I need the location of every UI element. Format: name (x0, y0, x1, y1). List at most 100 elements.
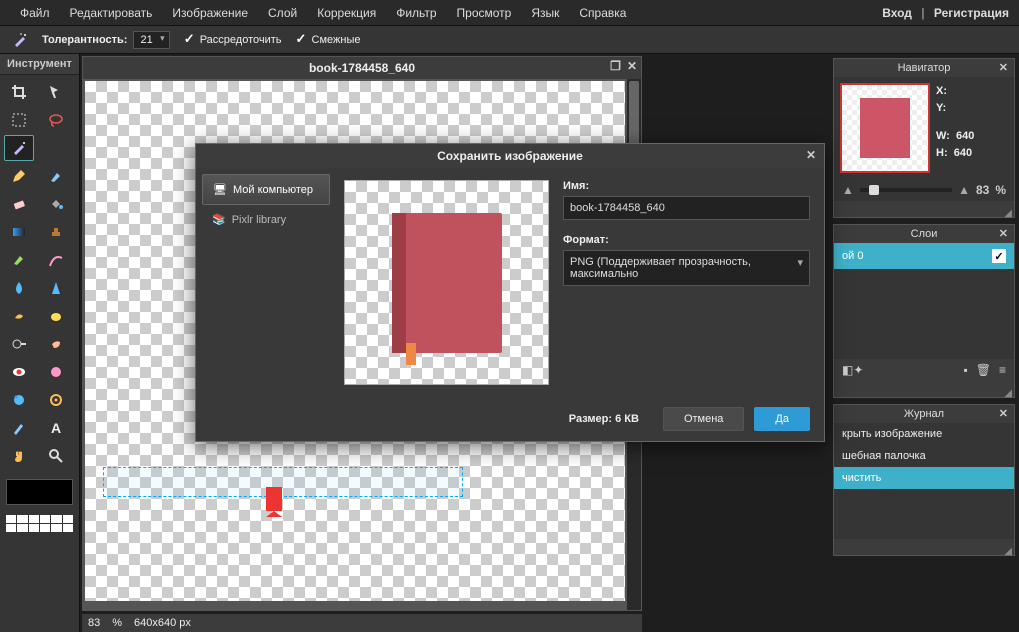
foreground-color[interactable] (6, 479, 73, 505)
menu-view[interactable]: Просмотр (447, 2, 522, 24)
navigator-title: Навигатор (898, 62, 951, 74)
brush-tool[interactable] (41, 163, 71, 189)
selection-rect (103, 467, 463, 497)
panel-resize[interactable] (834, 539, 1014, 555)
navigator-info: X: Y: W: 640 H: 640 (936, 83, 974, 173)
marquee-tool[interactable] (4, 107, 34, 133)
document-titlebar[interactable]: book-1784458_640 ❐ ✕ (83, 57, 641, 79)
close-icon[interactable]: ✕ (627, 59, 637, 73)
close-icon[interactable]: ✕ (999, 227, 1008, 240)
panel-resize[interactable] (834, 201, 1014, 217)
separator: | (921, 6, 924, 20)
menu-adjust[interactable]: Коррекция (307, 2, 386, 24)
navigator-thumbnail[interactable] (840, 83, 930, 173)
redeye-tool[interactable] (4, 359, 34, 385)
zoom-tool[interactable] (41, 443, 71, 469)
sidebar-item-library[interactable]: 📚 Pixlr library (202, 205, 330, 234)
clone-tool[interactable] (41, 219, 71, 245)
layer-row[interactable]: ой 0 ✓ (834, 243, 1014, 269)
login-link[interactable]: Вход (882, 6, 912, 20)
gradient-tool[interactable] (4, 219, 34, 245)
layer-mask-icon[interactable]: ▪ (963, 363, 967, 377)
bookmark-shape (266, 487, 282, 511)
layer-name: ой 0 (842, 250, 863, 262)
menu-image[interactable]: Изображение (162, 2, 258, 24)
layer-menu-icon[interactable]: ≡ (999, 363, 1006, 377)
save-dialog: Сохранить изображение ✕ 🖥 Мой компьютер … (195, 143, 825, 442)
history-item[interactable]: шебная палочка (834, 445, 1014, 467)
tolerance-dropdown[interactable]: 21 (133, 31, 169, 49)
visibility-checkbox[interactable]: ✓ (992, 249, 1006, 263)
crop-tool[interactable] (4, 79, 34, 105)
zoom-in-icon[interactable]: ▲ (958, 183, 970, 197)
pencil-tool[interactable] (4, 163, 34, 189)
layer-delete-icon[interactable]: 🗑 (976, 363, 991, 377)
draw-tool[interactable] (41, 247, 71, 273)
register-link[interactable]: Регистрация (934, 6, 1009, 20)
check-icon (184, 34, 196, 46)
canvas-dims: 640x640 px (134, 617, 191, 629)
move-tool[interactable] (41, 79, 71, 105)
pinch-tool[interactable] (41, 387, 71, 413)
contiguous-checkbox[interactable]: Смежные (296, 34, 361, 46)
picker-tool[interactable] (4, 415, 34, 441)
layers-panel: Слои ✕ ой 0 ✓ ◧✦ ▪ 🗑 ≡ (833, 224, 1015, 398)
panel-resize[interactable] (834, 381, 1014, 397)
tool-panel-title: Инструмент (0, 54, 79, 75)
burn-tool[interactable] (41, 331, 71, 357)
format-select[interactable]: PNG (Поддерживает прозрачность, максимал… (563, 250, 810, 286)
right-panels: Навигатор ✕ X: Y: W: 640 H: 640 ▲ ▲ 83 % (829, 54, 1019, 632)
type-tool[interactable]: A (41, 415, 71, 441)
history-panel: Журнал ✕ крыть изображение шебная палочк… (833, 404, 1015, 556)
sponge-tool[interactable] (41, 303, 71, 329)
zoom-unit: % (112, 617, 122, 629)
maximize-icon[interactable]: ❐ (610, 59, 621, 73)
name-input[interactable] (563, 196, 810, 220)
dialog-titlebar[interactable]: Сохранить изображение ✕ (196, 144, 824, 168)
lasso-tool[interactable] (41, 107, 71, 133)
menu-language[interactable]: Язык (521, 2, 569, 24)
antialias-checkbox[interactable]: Рассредоточить (184, 34, 282, 46)
hand-tool[interactable] (4, 443, 34, 469)
auth-links: Вход | Регистрация (882, 6, 1009, 20)
replace-tool[interactable] (4, 247, 34, 273)
contiguous-label: Смежные (312, 34, 361, 46)
blur-tool[interactable] (4, 275, 34, 301)
history-item[interactable]: крыть изображение (834, 423, 1014, 445)
empty-tool (41, 135, 71, 161)
menu-layer[interactable]: Слой (258, 2, 307, 24)
menu-filter[interactable]: Фильтр (386, 2, 446, 24)
name-label: Имя: (563, 180, 810, 192)
menu-file[interactable]: Файл (10, 2, 60, 24)
sharpen-tool[interactable] (41, 275, 71, 301)
dialog-title-text: Сохранить изображение (437, 149, 583, 163)
close-icon[interactable]: ✕ (806, 148, 816, 162)
dodge-tool[interactable] (4, 331, 34, 357)
document-title: book-1784458_640 (309, 61, 415, 75)
svg-text:A: A (51, 420, 61, 436)
eraser-tool[interactable] (4, 191, 34, 217)
close-icon[interactable]: ✕ (999, 407, 1008, 420)
smudge-tool[interactable] (4, 303, 34, 329)
cancel-button[interactable]: Отмена (663, 407, 744, 431)
menu-edit[interactable]: Редактировать (60, 2, 163, 24)
nav-zoom-value: 83 (976, 183, 989, 197)
menu-help[interactable]: Справка (569, 2, 636, 24)
history-item[interactable]: чистить (834, 467, 1014, 489)
sidebar-item-computer[interactable]: 🖥 Мой компьютер (202, 174, 330, 205)
bucket-tool[interactable] (41, 191, 71, 217)
wand-tool[interactable] (4, 135, 34, 161)
library-icon: 📚 (212, 213, 226, 226)
layer-settings-icon[interactable]: ◧✦ (842, 363, 863, 377)
color-swatches[interactable] (6, 515, 73, 532)
dialog-sidebar: 🖥 Мой компьютер 📚 Pixlr library (196, 168, 336, 397)
statusbar: 83 % 640x640 px (82, 614, 642, 632)
monitor-icon: 🖥 (213, 183, 227, 196)
bloat-tool[interactable] (4, 387, 34, 413)
spot-tool[interactable] (41, 359, 71, 385)
zoom-slider[interactable]: ▲ ▲ 83 % (834, 179, 1014, 201)
close-icon[interactable]: ✕ (999, 61, 1008, 74)
zoom-value: 83 (88, 617, 100, 629)
ok-button[interactable]: Да (754, 407, 810, 431)
zoom-out-icon[interactable]: ▲ (842, 183, 854, 197)
